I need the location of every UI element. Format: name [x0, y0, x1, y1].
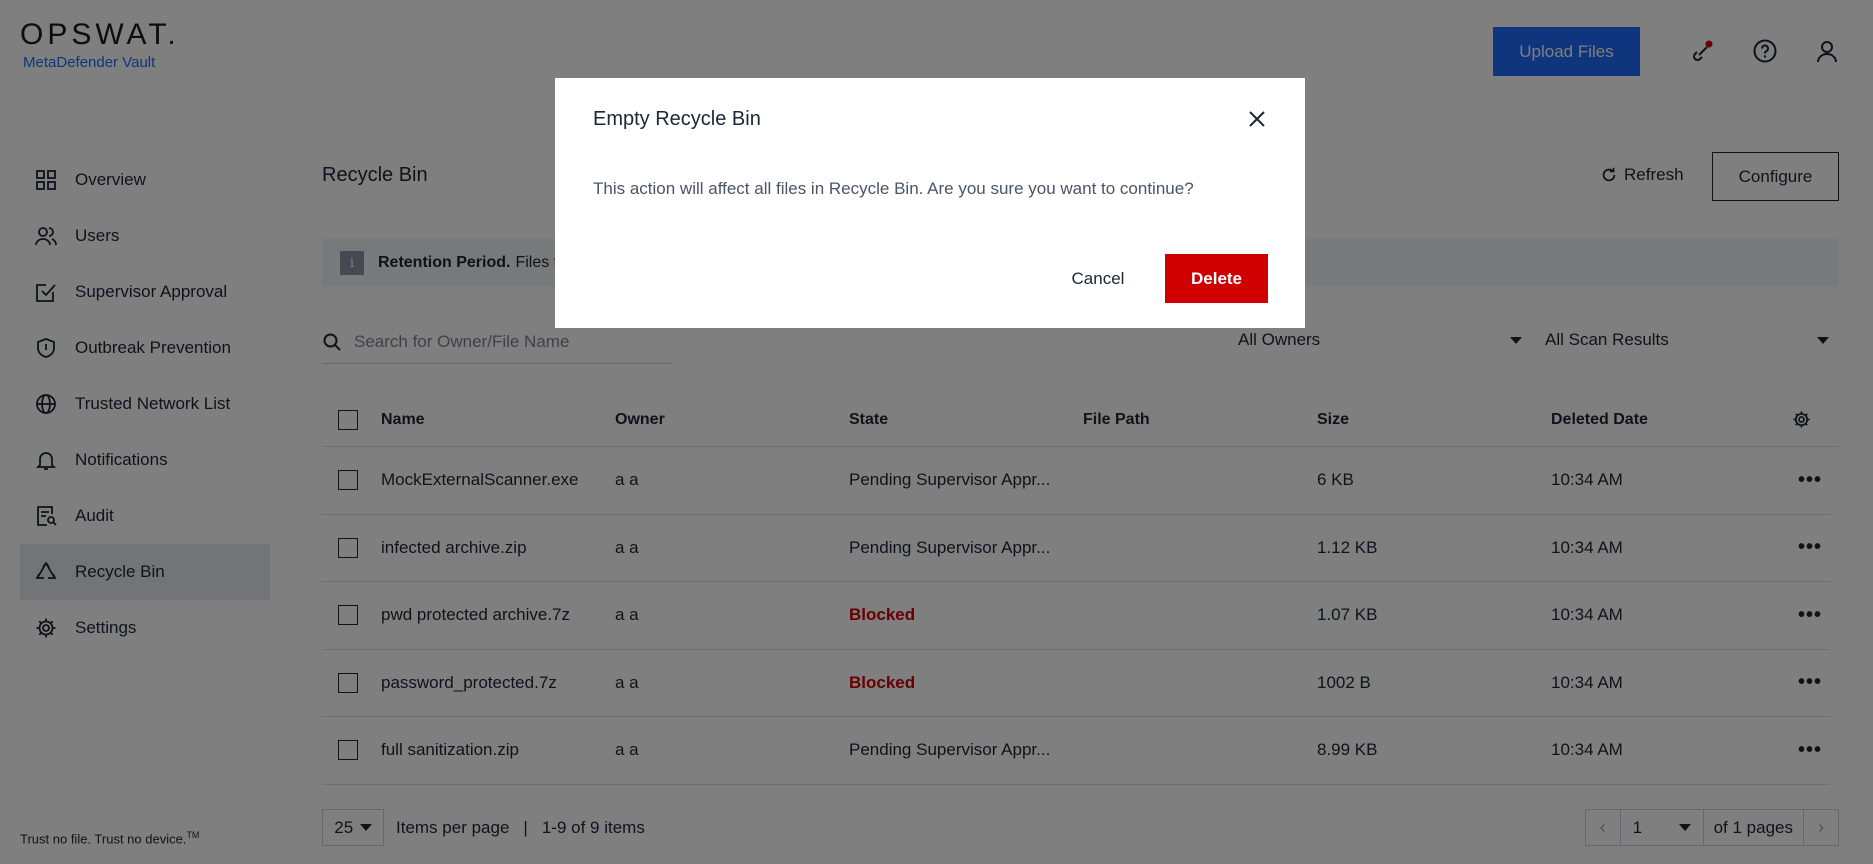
dialog-message: This action will affect all files in Rec… — [593, 179, 1194, 198]
close-icon[interactable] — [1245, 107, 1269, 131]
cancel-button[interactable]: Cancel — [1058, 254, 1138, 303]
dialog-title: Empty Recycle Bin — [593, 108, 761, 130]
delete-button[interactable]: Delete — [1165, 254, 1268, 303]
empty-recycle-bin-dialog: Empty Recycle Bin This action will affec… — [555, 78, 1305, 328]
